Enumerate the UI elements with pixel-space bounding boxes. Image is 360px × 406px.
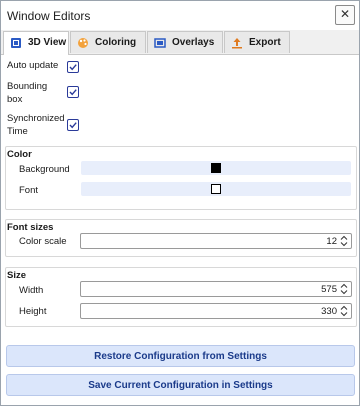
background-color-label: Background — [19, 164, 70, 175]
synchronized-time-checkbox[interactable] — [67, 119, 79, 131]
color-group: Color Background Font — [5, 146, 357, 210]
auto-update-label: Auto update — [7, 60, 59, 71]
tab-label: Coloring — [95, 37, 137, 48]
auto-update-checkbox[interactable] — [67, 61, 79, 73]
title-bar: Window Editors ✕ — [1, 1, 359, 29]
color-scale-input[interactable]: 12 — [80, 233, 352, 249]
tab-bar: 3D View Coloring Overlays Export — [1, 30, 359, 55]
tab-overlays[interactable]: Overlays — [147, 31, 223, 53]
tab-label: Overlays — [172, 37, 215, 48]
tab-coloring[interactable]: Coloring — [70, 31, 146, 53]
synchronized-time-label-line1: Synchronized — [7, 113, 65, 124]
tab-content-3d-view: Auto update Bounding box Synchronized Ti… — [1, 55, 359, 405]
height-label: Height — [19, 306, 47, 317]
spinner-arrows-icon[interactable] — [340, 283, 348, 295]
window-title: Window Editors — [7, 9, 91, 23]
checkmark-icon — [69, 64, 77, 71]
color-scale-label: Color scale — [19, 236, 67, 247]
width-input[interactable]: 575 — [80, 281, 352, 297]
close-icon: ✕ — [339, 7, 351, 21]
bounding-box-checkbox[interactable] — [67, 86, 79, 98]
background-color-picker[interactable] — [81, 161, 351, 175]
size-group: Size Width 575 Height 330 — [5, 267, 357, 327]
font-sizes-group-title: Font sizes — [7, 222, 54, 233]
tab-label: 3D View — [28, 37, 67, 48]
width-value: 575 — [321, 284, 337, 295]
height-value: 330 — [321, 306, 337, 317]
height-input[interactable]: 330 — [80, 303, 352, 319]
checkmark-icon — [69, 122, 77, 129]
background-color-swatch — [211, 163, 221, 173]
tab-export[interactable]: Export — [224, 31, 290, 53]
color-scale-value: 12 — [326, 236, 337, 247]
spinner-arrows-icon[interactable] — [340, 235, 348, 247]
font-color-swatch — [211, 184, 221, 194]
palette-icon — [78, 38, 88, 48]
export-icon — [232, 38, 242, 49]
font-sizes-group: Font sizes Color scale 12 — [5, 219, 357, 257]
size-group-title: Size — [7, 270, 27, 281]
width-label: Width — [19, 285, 44, 296]
tab-3d-view[interactable]: 3D View — [3, 31, 69, 55]
restore-configuration-button[interactable]: Restore Configuration from Settings — [6, 345, 355, 367]
window-editors: Window Editors ✕ 3D View Coloring Overla… — [0, 0, 360, 406]
checkmark-icon — [69, 89, 77, 96]
spinner-arrows-icon[interactable] — [340, 305, 348, 317]
save-configuration-button[interactable]: Save Current Configuration in Settings — [6, 374, 355, 396]
synchronized-time-label-line2: Time — [7, 126, 28, 137]
tab-label: Export — [249, 37, 281, 48]
font-color-label: Font — [19, 185, 39, 196]
close-button[interactable]: ✕ — [335, 5, 355, 25]
overlay-icon — [154, 38, 166, 48]
color-group-title: Color — [7, 149, 32, 160]
font-color-picker[interactable] — [81, 182, 351, 196]
bounding-box-label-line2: box — [7, 94, 23, 105]
cube-icon — [11, 38, 21, 48]
bounding-box-label-line1: Bounding — [7, 81, 48, 92]
